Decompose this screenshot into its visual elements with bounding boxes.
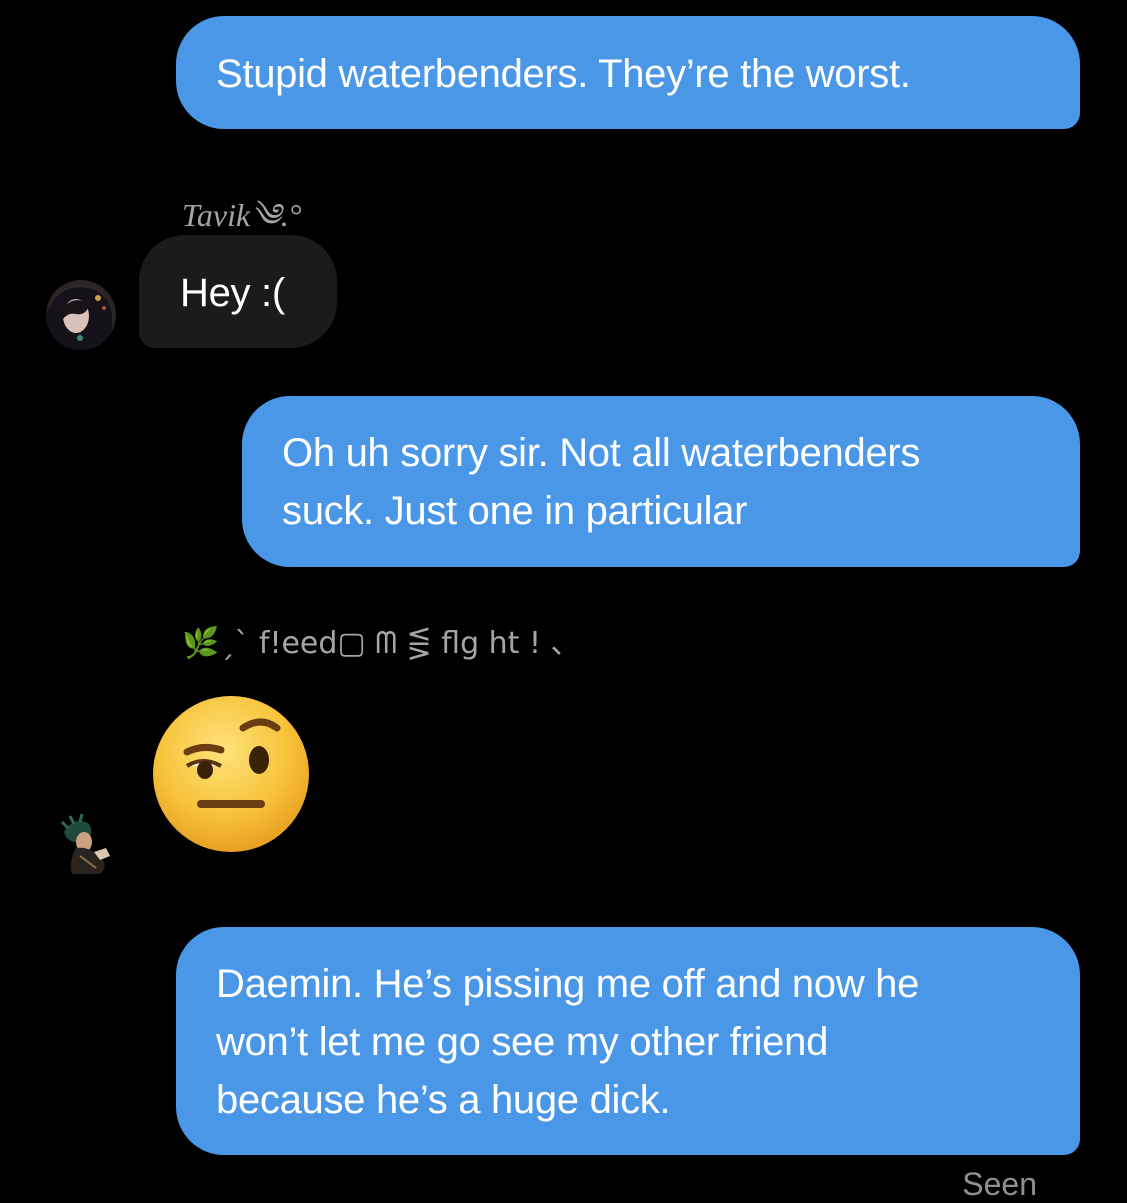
message-text-line: Oh uh sorry sir. Not all waterbenders bbox=[282, 431, 921, 475]
message-text-line: Daemin. He’s pissing me off and now he bbox=[216, 962, 920, 1006]
incoming-message-bubble[interactable]: Hey :( bbox=[139, 235, 337, 348]
seen-status: Seen bbox=[962, 1166, 1037, 1202]
outgoing-message-bubble[interactable]: Stupid waterbenders. They’re the worst. bbox=[176, 16, 1080, 129]
message-text-line: won’t let me go see my other friend bbox=[216, 1020, 829, 1064]
raised-eyebrow-emoji[interactable] bbox=[151, 694, 311, 854]
message-text-line: suck. Just one in particular bbox=[282, 489, 748, 533]
message-text: Stupid waterbenders. They’re the worst. bbox=[216, 52, 911, 96]
sender-name: 🌿ˏˋ f!eed▢ ᗰ ⋚ flg ht ! 、 bbox=[182, 626, 581, 661]
message-text-line: because he’s a huge dick. bbox=[216, 1078, 671, 1122]
avatar[interactable] bbox=[46, 280, 116, 350]
outgoing-message-bubble[interactable]: Oh uh sorry sir. Not all waterbenders su… bbox=[242, 396, 1080, 567]
message-text: Hey :( bbox=[180, 271, 285, 315]
outgoing-message-bubble[interactable]: Daemin. He’s pissing me off and now he w… bbox=[176, 927, 1080, 1155]
avatar[interactable] bbox=[50, 808, 120, 878]
